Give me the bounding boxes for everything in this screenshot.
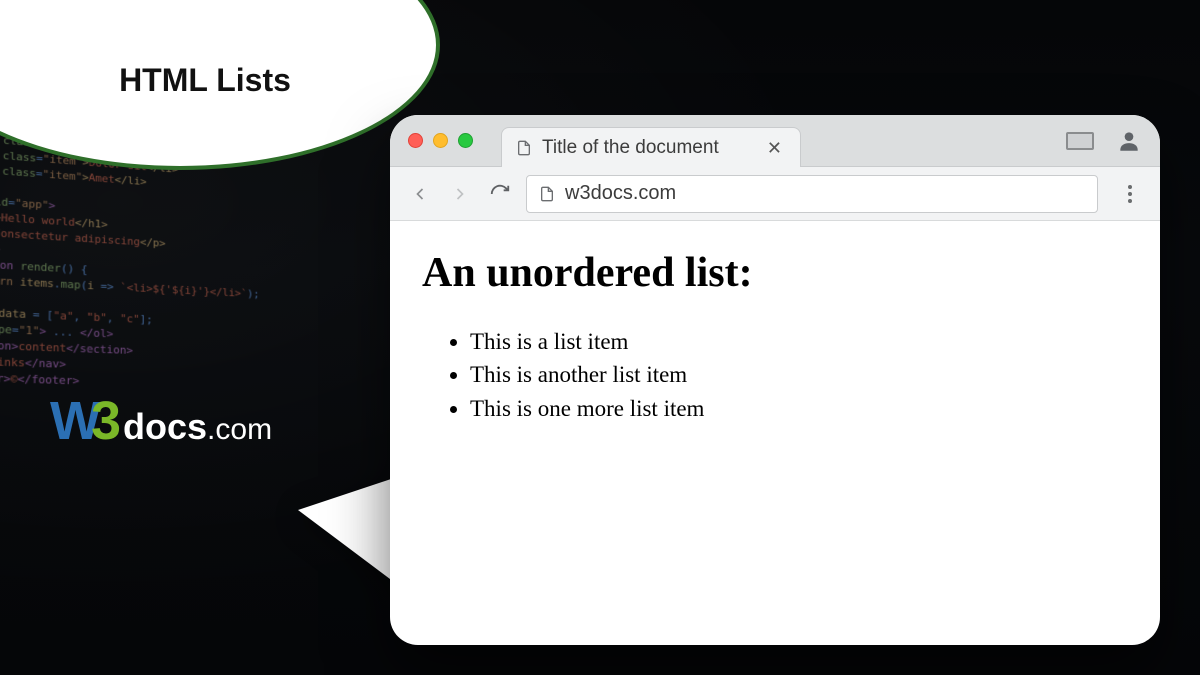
window-restore-icon[interactable] xyxy=(1066,132,1094,150)
window-close-button[interactable] xyxy=(408,133,423,148)
reload-button[interactable] xyxy=(486,180,514,208)
tab-close-icon[interactable]: ✕ xyxy=(763,137,786,159)
list-item: This is another list item xyxy=(470,358,1128,391)
window-minimize-button[interactable] xyxy=(433,133,448,148)
list-item: This is a list item xyxy=(470,325,1128,358)
kebab-menu-icon xyxy=(1128,185,1132,203)
forward-button[interactable] xyxy=(446,180,474,208)
logo-3: 3 xyxy=(91,390,121,452)
unordered-list: This is a list item This is another list… xyxy=(422,325,1128,425)
list-item: This is one more list item xyxy=(470,392,1128,425)
logo-dotcom: .com xyxy=(207,413,272,447)
w3docs-logo: W 3 docs .com xyxy=(50,390,272,452)
browser-menu-button[interactable] xyxy=(1116,180,1144,208)
logo-w: W xyxy=(50,390,97,452)
profile-avatar-icon[interactable] xyxy=(1116,128,1142,154)
back-button[interactable] xyxy=(406,180,434,208)
window-titlebar: Title of the document ✕ xyxy=(390,115,1160,167)
address-bar[interactable]: w3docs.com xyxy=(526,175,1098,213)
logo-docs: docs xyxy=(123,406,207,448)
browser-toolbar: w3docs.com xyxy=(390,167,1160,221)
page-heading: An unordered list: xyxy=(422,249,1128,297)
window-traffic-lights xyxy=(408,133,473,148)
page-content: An unordered list: This is a list item T… xyxy=(390,221,1160,645)
tab-title: Title of the document xyxy=(542,137,719,159)
browser-window: Title of the document ✕ w3docs.com xyxy=(390,115,1160,645)
address-bar-url: w3docs.com xyxy=(565,182,676,205)
topic-title: HTML Lists xyxy=(119,62,291,99)
window-zoom-button[interactable] xyxy=(458,133,473,148)
page-icon xyxy=(539,186,555,202)
file-icon xyxy=(516,140,532,156)
browser-tab[interactable]: Title of the document ✕ xyxy=(501,127,801,167)
